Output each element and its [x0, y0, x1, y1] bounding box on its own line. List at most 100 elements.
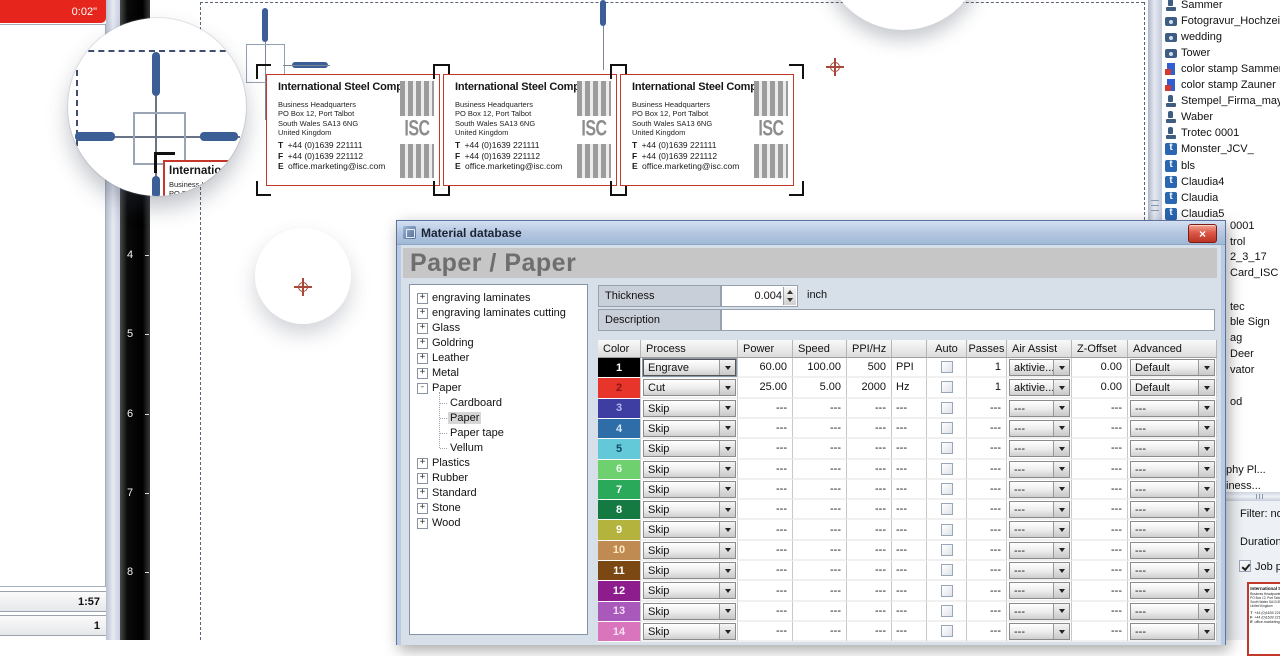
ppi-hz-cell[interactable]: ---: [847, 480, 892, 500]
chevron-down-icon[interactable]: [1198, 482, 1214, 497]
speed-cell[interactable]: ---: [793, 622, 847, 642]
collapse-icon[interactable]: -: [417, 383, 428, 394]
tree-item-paper-tape[interactable]: Paper tape: [410, 426, 585, 440]
auto-checkbox[interactable]: [941, 524, 953, 536]
power-cell[interactable]: ---: [738, 500, 793, 520]
chevron-down-icon[interactable]: [1198, 401, 1214, 416]
power-cell[interactable]: ---: [738, 581, 793, 601]
job-list-item-partial[interactable]: Card_ISC: [1230, 267, 1278, 279]
speed-cell[interactable]: ---: [793, 439, 847, 459]
tree-item-leather[interactable]: +Leather: [410, 351, 585, 365]
tree-item-goldring[interactable]: +Goldring: [410, 336, 585, 350]
dropdown[interactable]: ---: [1130, 582, 1215, 599]
speed-cell[interactable]: ---: [793, 541, 847, 561]
speed-cell[interactable]: 5.00: [793, 378, 847, 398]
dropdown[interactable]: Skip: [643, 501, 736, 518]
business-card-design[interactable]: International Steel Company Business Hea…: [266, 74, 440, 186]
dropdown[interactable]: Skip: [643, 420, 736, 437]
close-icon[interactable]: ×: [1188, 224, 1217, 243]
expand-icon[interactable]: +: [417, 503, 428, 514]
dropdown[interactable]: ---: [1130, 501, 1215, 518]
dropdown[interactable]: ---: [1009, 420, 1070, 437]
thickness-field[interactable]: 0.004: [721, 285, 798, 307]
power-cell[interactable]: ---: [738, 561, 793, 581]
color-swatch[interactable]: 13: [598, 602, 641, 622]
expand-icon[interactable]: +: [417, 338, 428, 349]
chevron-down-icon[interactable]: [1053, 462, 1069, 477]
dropdown[interactable]: aktivie...: [1009, 359, 1070, 376]
power-cell[interactable]: ---: [738, 460, 793, 480]
z-offset-cell[interactable]: ---: [1072, 541, 1128, 561]
tree-item-engraving-laminates-cutting[interactable]: +engraving laminates cutting: [410, 306, 585, 320]
chevron-down-icon[interactable]: [719, 624, 735, 639]
expand-icon[interactable]: +: [417, 353, 428, 364]
expand-icon[interactable]: +: [417, 308, 428, 319]
dropdown[interactable]: ---: [1009, 603, 1070, 620]
dropdown[interactable]: ---: [1130, 440, 1215, 457]
job-list-item-partial[interactable]: vator: [1230, 364, 1254, 376]
color-swatch[interactable]: 1: [598, 358, 641, 378]
expand-icon[interactable]: +: [417, 473, 428, 484]
color-swatch[interactable]: 11: [598, 561, 641, 581]
job-list-item-partial[interactable]: 2_3_17: [1230, 251, 1267, 263]
speed-cell[interactable]: ---: [793, 561, 847, 581]
color-swatch[interactable]: 10: [598, 541, 641, 561]
business-card-design[interactable]: International Steel Company Business Hea…: [620, 74, 794, 186]
passes-cell[interactable]: ---: [967, 399, 1007, 419]
job-list-item[interactable]: Trotec 0001: [1162, 125, 1280, 141]
dropdown[interactable]: Skip: [643, 461, 736, 478]
passes-cell[interactable]: ---: [967, 622, 1007, 642]
passes-cell[interactable]: 1: [967, 358, 1007, 378]
job-list-item-partial[interactable]: trol: [1230, 236, 1245, 248]
dropdown[interactable]: Skip: [643, 603, 736, 620]
job-list-item[interactable]: color stamp Sammer: [1162, 61, 1280, 77]
passes-cell[interactable]: ---: [967, 500, 1007, 520]
auto-checkbox[interactable]: [941, 402, 953, 414]
power-cell[interactable]: ---: [738, 480, 793, 500]
auto-checkbox[interactable]: [941, 361, 953, 373]
chevron-down-icon[interactable]: [1053, 624, 1069, 639]
ppi-hz-cell[interactable]: ---: [847, 520, 892, 540]
expand-icon[interactable]: +: [417, 458, 428, 469]
passes-cell[interactable]: ---: [967, 561, 1007, 581]
chevron-down-icon[interactable]: [1053, 360, 1069, 375]
z-offset-cell[interactable]: ---: [1072, 460, 1128, 480]
material-tree[interactable]: +engraving laminates+engraving laminates…: [409, 284, 588, 635]
dropdown[interactable]: Skip: [643, 440, 736, 457]
dropdown[interactable]: ---: [1130, 562, 1215, 579]
chevron-down-icon[interactable]: [1053, 522, 1069, 537]
passes-cell[interactable]: ---: [967, 439, 1007, 459]
dropdown[interactable]: aktivie...: [1009, 379, 1070, 396]
z-offset-cell[interactable]: ---: [1072, 581, 1128, 601]
description-field[interactable]: [721, 309, 1215, 331]
chevron-down-icon[interactable]: [719, 482, 735, 497]
job-list-item[interactable]: Sammer: [1162, 0, 1280, 13]
chevron-down-icon[interactable]: [719, 360, 735, 375]
power-cell[interactable]: ---: [738, 520, 793, 540]
dialog-titlebar[interactable]: Material database: [397, 221, 1225, 245]
z-offset-cell[interactable]: ---: [1072, 520, 1128, 540]
ppi-hz-cell[interactable]: 500: [847, 358, 892, 378]
horizontal-splitter[interactable]: [1224, 492, 1280, 501]
passes-cell[interactable]: ---: [967, 602, 1007, 622]
ppi-hz-cell[interactable]: ---: [847, 439, 892, 459]
dropdown[interactable]: Skip: [643, 481, 736, 498]
ppi-hz-cell[interactable]: ---: [847, 500, 892, 520]
tree-item-cardboard[interactable]: Cardboard: [410, 396, 585, 410]
chevron-down-icon[interactable]: [719, 502, 735, 517]
auto-checkbox[interactable]: [941, 463, 953, 475]
dropdown[interactable]: ---: [1130, 481, 1215, 498]
passes-cell[interactable]: ---: [967, 460, 1007, 480]
expand-icon[interactable]: +: [417, 323, 428, 334]
expand-icon[interactable]: +: [417, 293, 428, 304]
job-list-item[interactable]: Waber: [1162, 109, 1280, 125]
job-list-item[interactable]: Tower: [1162, 45, 1280, 61]
passes-cell[interactable]: ---: [967, 581, 1007, 601]
job-list-item[interactable]: Stempel_Firma_mayr: [1162, 93, 1280, 109]
auto-checkbox[interactable]: [941, 564, 953, 576]
speed-cell[interactable]: ---: [793, 602, 847, 622]
auto-checkbox[interactable]: [941, 503, 953, 515]
chevron-down-icon[interactable]: [719, 604, 735, 619]
chevron-down-icon[interactable]: [1053, 583, 1069, 598]
dropdown[interactable]: Skip: [643, 623, 736, 640]
